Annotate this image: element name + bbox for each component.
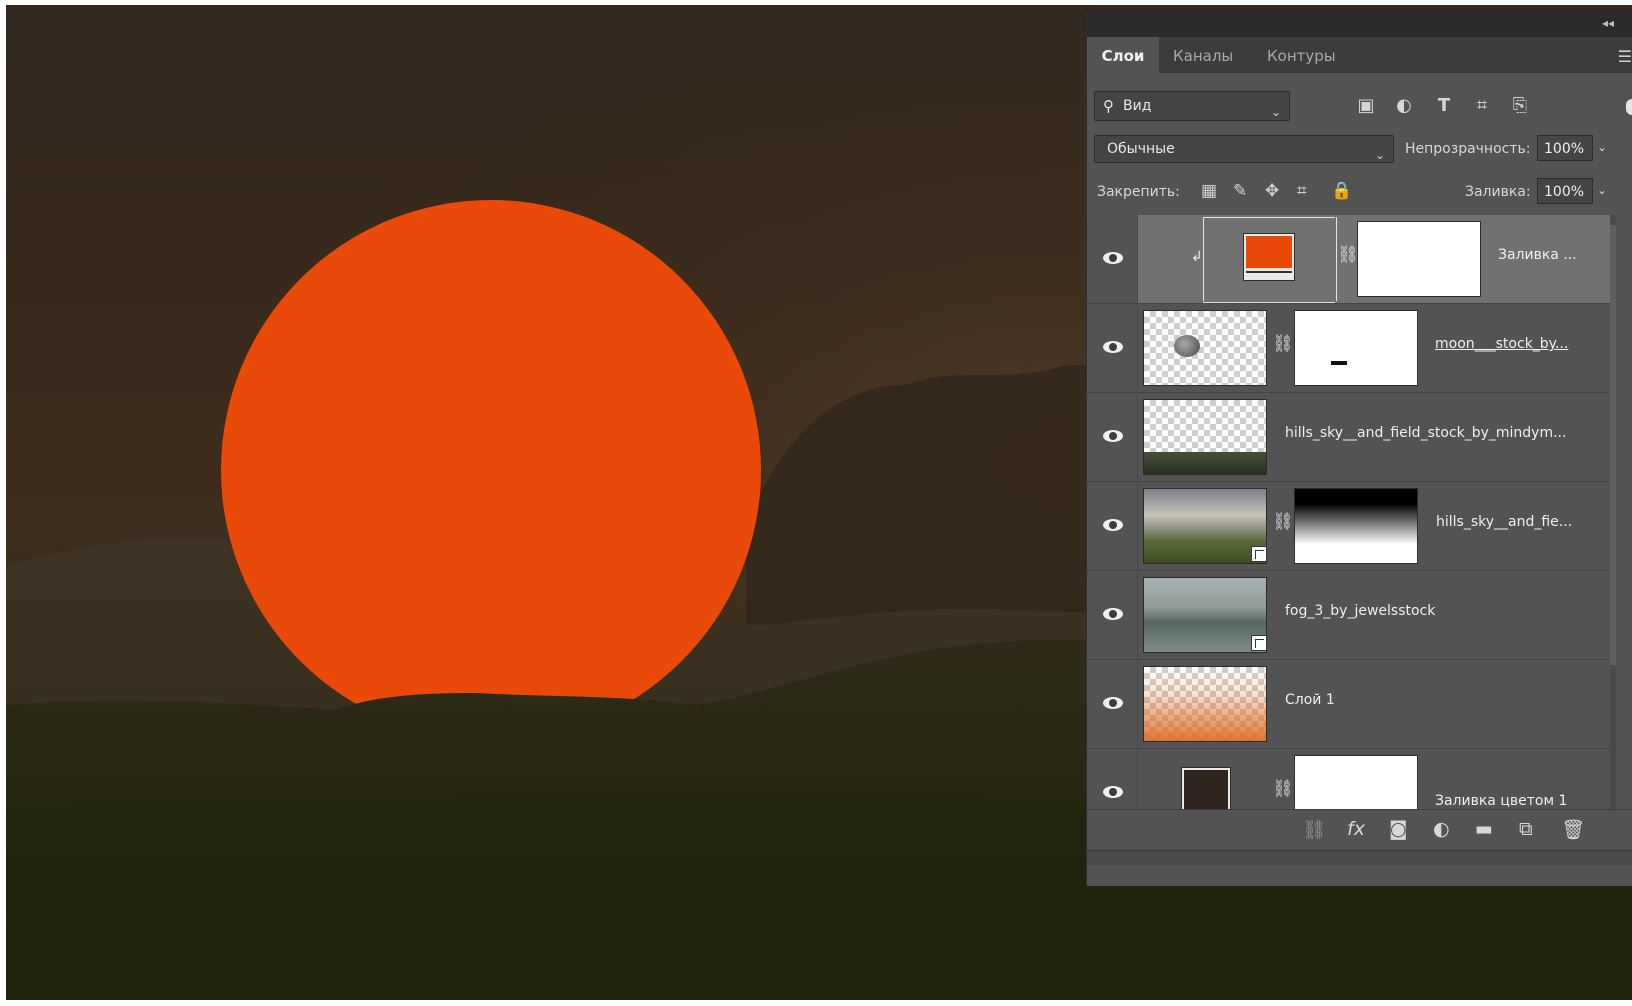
new-adjustment-icon[interactable]: ◐ xyxy=(1433,818,1450,840)
lock-transparent-icon[interactable]: ▦ xyxy=(1201,181,1217,201)
layer-name[interactable]: hills_sky__and_field_stock_by_mindym... xyxy=(1285,425,1566,441)
layer-row[interactable]: ⛓ moon___stock_by... xyxy=(1087,304,1610,393)
photoshop-workspace: ◂◂ Слои Каналы Контуры ☰ ⚲ Вид ⌄ ▣ ◐ T ⌗… xyxy=(0,0,1632,1006)
layers-bottom-toolbar: ⛓ fx ◙ ◐ ▬ ⧉ 🗑 xyxy=(1087,809,1632,850)
delete-layer-icon[interactable]: 🗑 xyxy=(1561,818,1585,841)
layer-mask-thumbnail[interactable] xyxy=(1357,221,1481,297)
fill-color-swatch xyxy=(1184,770,1228,809)
visibility-eye-icon[interactable] xyxy=(1103,252,1123,264)
filter-toggle[interactable] xyxy=(1626,99,1632,115)
lock-label: Закрепить: xyxy=(1097,184,1180,200)
panel-top-strip: ◂◂ xyxy=(1087,13,1632,37)
image-filter-icon[interactable]: ▣ xyxy=(1355,95,1377,117)
layer-name[interactable]: Заливка цветом 1 xyxy=(1435,793,1567,809)
fill-color-thumbnail[interactable] xyxy=(1181,767,1231,809)
filter-kind-select[interactable]: ⚲ Вид ⌄ xyxy=(1094,91,1290,121)
link-icon[interactable]: ⛓ xyxy=(1337,245,1359,265)
visibility-eye-icon[interactable] xyxy=(1103,341,1123,353)
link-layers-icon[interactable]: ⛓ xyxy=(1302,818,1326,841)
visibility-eye-icon[interactable] xyxy=(1103,519,1123,531)
chevron-down-icon: ⌄ xyxy=(1270,105,1281,119)
visibility-eye-icon[interactable] xyxy=(1103,608,1123,620)
blend-mode-select[interactable]: Обычные ⌄ xyxy=(1094,135,1394,163)
tab-paths[interactable]: Контуры xyxy=(1267,37,1336,73)
layer-row[interactable]: ↲ ⛓ Заливка ... xyxy=(1087,215,1610,304)
layer-thumbnail[interactable] xyxy=(1143,399,1267,475)
layer-thumbnail[interactable] xyxy=(1143,577,1267,653)
lock-position-icon[interactable]: ✥ xyxy=(1265,181,1279,201)
new-group-icon[interactable]: ▬ xyxy=(1475,818,1493,840)
link-icon[interactable]: ⛓ xyxy=(1272,512,1294,532)
smart-object-badge-icon xyxy=(1251,635,1267,651)
fx-icon[interactable]: fx xyxy=(1347,818,1365,840)
lock-artboard-icon[interactable]: ⌗ xyxy=(1297,181,1307,201)
blend-mode-value: Обычные xyxy=(1107,141,1175,157)
fill-slider-icon[interactable]: ⌄ xyxy=(1597,183,1607,197)
layer-name[interactable]: Слой 1 xyxy=(1285,692,1335,708)
layer-thumbnail[interactable] xyxy=(1143,666,1267,742)
type-filter-icon[interactable]: T xyxy=(1433,95,1455,117)
layers-panel: ◂◂ Слои Каналы Контуры ☰ ⚲ Вид ⌄ ▣ ◐ T ⌗… xyxy=(1087,13,1632,886)
search-icon: ⚲ xyxy=(1103,97,1114,115)
layer-mask-thumbnail[interactable] xyxy=(1294,755,1418,809)
layers-scrollbar[interactable] xyxy=(1610,215,1616,809)
visibility-eye-icon[interactable] xyxy=(1103,697,1123,709)
lock-pixels-icon[interactable]: ✎ xyxy=(1233,181,1247,201)
smart-object-filter-icon[interactable]: ⎘ xyxy=(1509,95,1531,117)
layer-row[interactable]: ⛓ hills_sky__and_fie... xyxy=(1087,482,1610,571)
filter-kind-label: Вид xyxy=(1123,98,1152,114)
layer-row[interactable]: hills_sky__and_field_stock_by_mindym... xyxy=(1087,393,1610,482)
layer-name[interactable]: moon___stock_by... xyxy=(1435,336,1568,352)
fill-color-swatch xyxy=(1246,236,1292,268)
add-mask-icon[interactable]: ◙ xyxy=(1389,818,1407,840)
layer-mask-thumbnail[interactable] xyxy=(1294,488,1418,564)
collapse-icon[interactable]: ◂◂ xyxy=(1602,16,1614,30)
clipping-arrow-icon: ↲ xyxy=(1191,249,1203,265)
layer-row[interactable]: fog_3_by_jewelsstock xyxy=(1087,571,1610,660)
opacity-label: Непрозрачность: xyxy=(1405,141,1531,157)
adjustment-filter-icon[interactable]: ◐ xyxy=(1393,95,1415,117)
visibility-eye-icon[interactable] xyxy=(1103,786,1123,798)
fill-field[interactable]: 100% xyxy=(1537,178,1593,204)
sun xyxy=(221,200,761,740)
layers-list: ↲ ⛓ Заливка ... ⛓ moon___stock_by... hil… xyxy=(1087,215,1610,809)
tab-channels[interactable]: Каналы xyxy=(1173,37,1233,73)
tab-layers[interactable]: Слои xyxy=(1087,37,1159,73)
visibility-eye-icon[interactable] xyxy=(1103,430,1123,442)
layer-name[interactable]: fog_3_by_jewelsstock xyxy=(1285,603,1435,619)
layer-thumbnail[interactable] xyxy=(1143,488,1267,564)
opacity-field[interactable]: 100% xyxy=(1537,135,1593,161)
layer-row[interactable]: ⛓ Заливка цветом 1 xyxy=(1087,749,1610,809)
layer-row[interactable]: Слой 1 xyxy=(1087,660,1610,749)
shape-filter-icon[interactable]: ⌗ xyxy=(1471,95,1493,117)
layer-mask-thumbnail[interactable] xyxy=(1294,310,1418,386)
lock-all-icon[interactable]: 🔒 xyxy=(1331,181,1352,201)
fill-color-thumbnail[interactable] xyxy=(1243,233,1295,281)
smart-object-badge-icon xyxy=(1251,546,1267,562)
new-layer-icon[interactable]: ⧉ xyxy=(1519,818,1533,840)
panel-menu-icon[interactable]: ☰ xyxy=(1618,47,1632,66)
fill-label: Заливка: xyxy=(1465,184,1531,200)
panel-tabs: Слои Каналы Контуры ☰ xyxy=(1087,37,1632,73)
link-icon[interactable]: ⛓ xyxy=(1272,334,1294,354)
link-icon[interactable]: ⛓ xyxy=(1272,779,1294,799)
layer-thumbnail[interactable] xyxy=(1143,310,1267,386)
layer-name[interactable]: Заливка ... xyxy=(1498,247,1577,263)
chevron-down-icon: ⌄ xyxy=(1374,148,1385,162)
opacity-slider-icon[interactable]: ⌄ xyxy=(1597,140,1607,154)
layer-name[interactable]: hills_sky__and_fie... xyxy=(1436,514,1572,530)
moon-image xyxy=(1174,335,1200,357)
panel-resize-grip[interactable] xyxy=(1087,850,1632,865)
